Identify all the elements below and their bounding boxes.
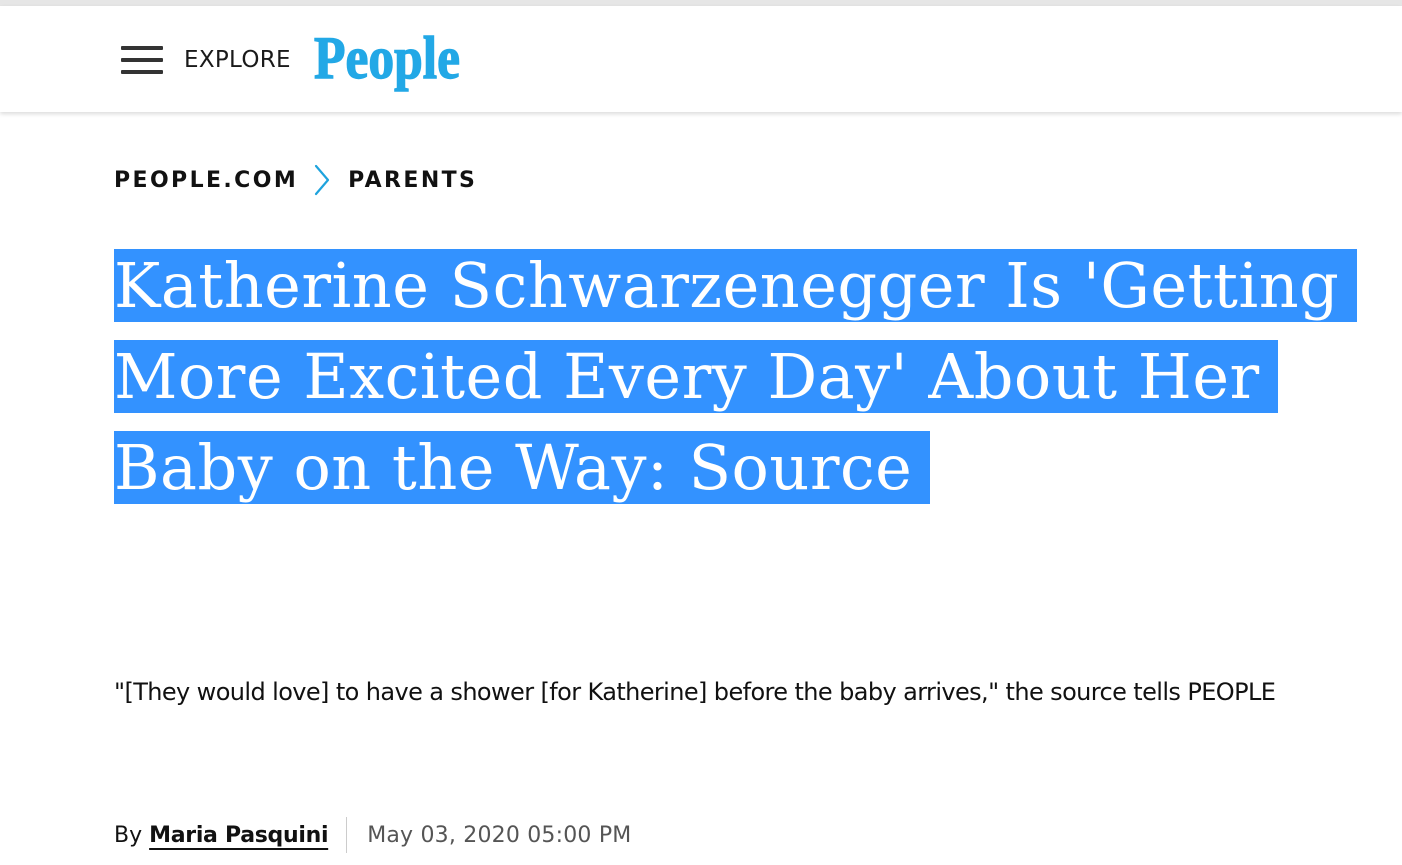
publish-date: May 03, 2020 05:00 PM	[367, 822, 632, 848]
menu-bar-top	[121, 46, 163, 50]
menu-bar-middle	[121, 58, 163, 62]
menu-bar-bottom	[121, 70, 163, 74]
author-link[interactable]: Maria Pasquini	[149, 823, 328, 848]
people-logo-text: People	[314, 26, 460, 91]
people-logo[interactable]: People	[312, 24, 464, 96]
people-logo-mark: People	[313, 24, 460, 91]
article-byline: By Maria Pasquini May 03, 2020 05:00 PM	[114, 812, 631, 858]
headline-selected-text: Katherine Schwarzenegger Is 'Getting Mor…	[114, 249, 1358, 504]
byline-divider	[346, 817, 348, 853]
breadcrumb-link-people-com[interactable]: PEOPLE.COM	[114, 168, 298, 193]
site-header: EXPLORE People	[0, 6, 1402, 112]
breadcrumb-link-parents[interactable]: PARENTS	[348, 168, 477, 193]
article-headline: Katherine Schwarzenegger Is 'Getting Mor…	[114, 240, 1358, 513]
byline-prefix: By	[114, 822, 143, 848]
breadcrumb: PEOPLE.COM PARENTS	[114, 160, 477, 200]
article-dek: "[They would love] to have a shower [for…	[114, 678, 1276, 706]
chevron-right-icon	[315, 164, 330, 196]
hamburger-menu-icon[interactable]	[121, 46, 163, 74]
explore-menu-label[interactable]: EXPLORE	[184, 46, 291, 74]
